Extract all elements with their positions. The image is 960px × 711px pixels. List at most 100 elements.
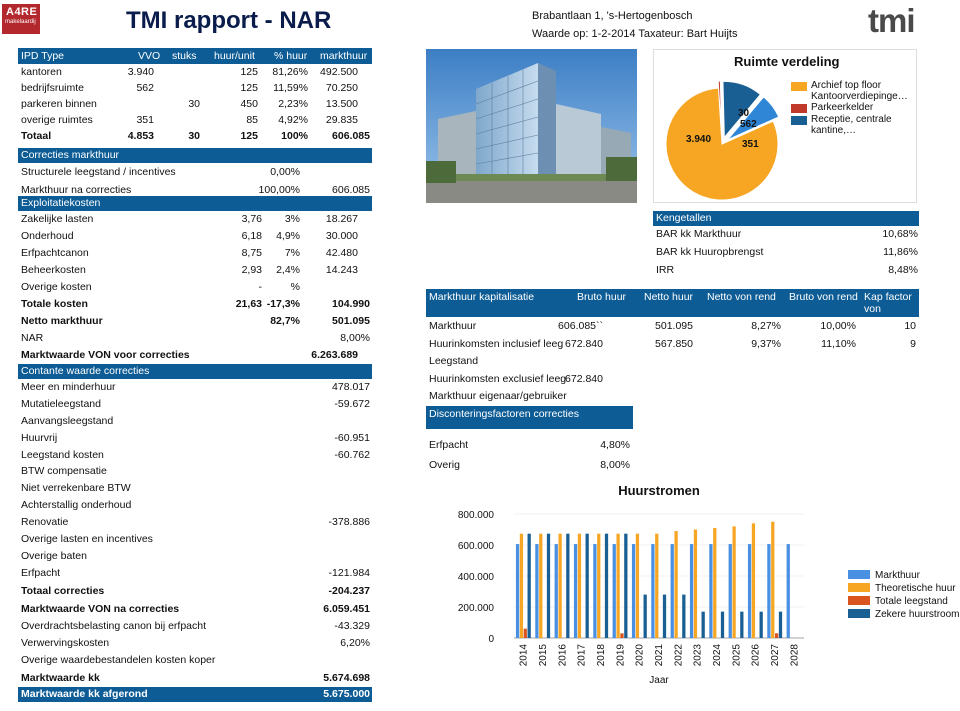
bar-theoretische-huur — [558, 533, 562, 638]
contante-value: -378.886 — [328, 516, 370, 529]
contante-label: BTW compensatie — [21, 465, 107, 478]
contante-label: Mutatieleegstand — [21, 397, 101, 410]
bar-markthuur — [593, 544, 597, 638]
discontering-heading: Disconteringsfactoren correcties — [426, 406, 633, 429]
contante-value: 478.017 — [332, 381, 370, 393]
totale-kosten-row: Totale kosten 21,63 -17,3% 104.990 — [18, 296, 372, 313]
bar-markthuur — [670, 544, 674, 638]
pie-legend-label: Receptie, centrale kantine,… — [811, 114, 892, 136]
kap-row-label: Huurinkomsten exclusief leeg — [429, 372, 567, 385]
ruimte-verdeling-chart: Ruimte verdeling 3.940 30 562 351 Archief t… — [653, 49, 917, 203]
pie-legend-swatch — [791, 104, 807, 113]
legend-swatch — [848, 609, 870, 618]
kengetal-label: IRR — [656, 264, 675, 276]
ipd-pcthuur: 2,23% — [278, 98, 308, 110]
ipd-total-markthuur: 606.085 — [332, 130, 370, 142]
ipd-row: kantoren 3.940 125 81,26% 492.500 — [18, 64, 372, 80]
ipd-header-row: IPD Type VVO stuks huur/unit % huur mark… — [18, 48, 372, 64]
kap-row-value: 606.085`` — [558, 320, 603, 332]
x-tick-label: 2018 — [596, 644, 607, 667]
legend-label: Totale leegstand — [875, 596, 948, 607]
kap-row-label: Huurinkomsten inclusief leeg — [429, 337, 564, 350]
y-tick-label: 800.000 — [458, 510, 495, 521]
mw-afgerond-value: 5.675.000 — [323, 687, 370, 700]
correction-label: Structurele leegstand / incentives — [21, 166, 176, 178]
x-tick-label: 2020 — [635, 644, 646, 667]
bar-theoretische-huur — [674, 531, 678, 638]
x-tick-label: 2026 — [751, 644, 762, 667]
bar-zekere-huurstroom — [585, 533, 589, 638]
bar-totale-leegstand — [775, 633, 779, 638]
nar-label: NAR — [21, 332, 44, 344]
verwerving-value: 6,20% — [340, 636, 370, 649]
kap-row-value: 501.095 — [655, 320, 693, 332]
bar-zekere-huurstroom — [566, 533, 570, 638]
logo-main-text: A4RE — [6, 6, 38, 18]
bar-zekere-huurstroom — [643, 594, 647, 638]
ipd-markthuur: 492.500 — [320, 66, 358, 78]
x-axis-label: Jaar — [649, 675, 669, 686]
contante-label: Meer en minderhuur — [21, 381, 116, 393]
pie-slice-label: 351 — [742, 139, 759, 150]
bar-markthuur — [554, 544, 558, 638]
mw-afgerond-label: Marktwaarde kk afgerond — [21, 687, 148, 700]
kap-row-value: 8,27% — [751, 320, 781, 332]
ipd-pcthuur: 11,59% — [273, 82, 308, 94]
x-tick-label: 2014 — [519, 644, 530, 667]
contante-heading: Contante waarde correcties — [18, 364, 372, 379]
ipd-type: bedrijfsruimte — [21, 82, 85, 94]
contante-label: Renovatie — [21, 516, 69, 529]
contante-row: Achterstallig onderhoud — [18, 497, 372, 514]
exploitatie-row: Overige kosten -% — [18, 279, 372, 296]
ipd-type: parkeren binnen — [21, 98, 97, 110]
ipd-total-vvo: 4.853 — [127, 130, 154, 142]
overdracht-label: Overdrachtsbelasting canon bij erfpacht — [21, 619, 207, 632]
contante-label: Niet verrekenbare BTW — [21, 482, 131, 495]
exploitatie-pct: % — [290, 281, 300, 293]
kengetal-label: BAR kk Huuropbrengst — [656, 246, 764, 258]
ipd-table: IPD Type VVO stuks huur/unit % huur mark… — [18, 48, 372, 144]
x-tick-label: 2025 — [731, 644, 742, 667]
contante-label: Erfpacht — [21, 566, 61, 579]
mw-na-label: Marktwaarde VON na correcties — [21, 602, 180, 615]
contante-label: Aanvangsleegstand — [21, 414, 114, 427]
overige-waarde-row: Overige waardebestandelen kosten koper — [18, 652, 372, 669]
legend-label: Theoretische huur — [875, 583, 956, 594]
ipd-type: kantoren — [21, 66, 62, 78]
ipd-row: parkeren binnen 30 450 2,23% 13.500 — [18, 96, 372, 112]
pie-slice-label: 3.940 — [686, 134, 711, 145]
kap-col-nettovon: Netto von rend — [707, 291, 776, 303]
ipd-markthuur: 70.250 — [325, 82, 358, 94]
exploitatie-pct: 4,9% — [276, 230, 300, 242]
ipd-total-huurunit: 125 — [240, 130, 258, 142]
contante-row: Overige baten — [18, 548, 372, 565]
exploitatie-value: 30.000 — [325, 230, 358, 242]
mw-kk-row: Marktwaarde kk 5.674.698 — [18, 669, 372, 687]
ipd-vvo: 351 — [136, 114, 154, 126]
disconto-value: 8,00% — [600, 459, 630, 471]
kengetal-label: BAR kk Markthuur — [656, 228, 742, 240]
pie-legend-label: Parkeerkelder — [811, 102, 874, 113]
bar-theoretische-huur — [751, 523, 756, 638]
bar-markthuur — [747, 544, 752, 638]
kap-col-bruto: Bruto huur — [577, 291, 627, 303]
bar-zekere-huurstroom — [740, 611, 744, 638]
totale-kosten-label: Totale kosten — [21, 298, 88, 310]
exploitatie-row: Beheerkosten 2,93 2,4% 14.243 — [18, 262, 372, 279]
exploitatie-pct: 2,4% — [276, 264, 300, 276]
exploitatie-m2: - — [258, 281, 263, 293]
bar-zekere-huurstroom — [527, 533, 531, 638]
legend-swatch — [848, 570, 870, 579]
bar-markthuur — [612, 544, 616, 638]
contante-value: -121.984 — [328, 566, 370, 579]
contante-label: Achterstallig onderhoud — [21, 499, 132, 512]
bar-zekere-huurstroom — [624, 533, 628, 638]
exploitatie-m2: 8,75 — [241, 247, 262, 259]
legend-label: Zekere huurstroom — [875, 609, 959, 620]
verwerving-row: Verwervingskosten 6,20% — [18, 635, 372, 652]
bar-markthuur — [515, 544, 520, 638]
verwerving-label: Verwervingskosten — [21, 636, 110, 649]
ipd-vvo: 562 — [136, 82, 154, 94]
netto-markthuur-value: 501.095 — [332, 315, 370, 327]
y-tick-label: 400.000 — [458, 572, 495, 583]
